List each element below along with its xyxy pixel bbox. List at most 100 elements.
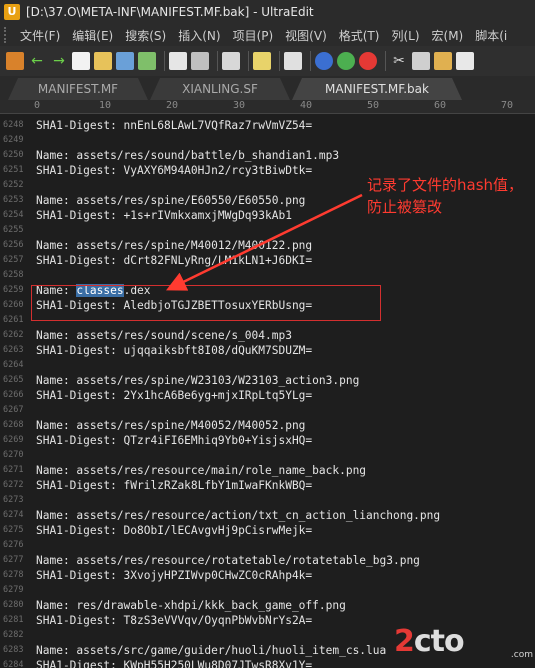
toolbar-separator: [385, 51, 386, 71]
menu-search[interactable]: 搜索(S): [119, 27, 172, 44]
paste-icon[interactable]: [434, 52, 452, 70]
line-text: SHA1-Digest: KWpH55H250LWu8D07JTwsR8Xv1Y…: [36, 659, 313, 668]
menu-bar: 文件(F) 编辑(E) 搜索(S) 插入(N) 项目(P) 视图(V) 格式(T…: [0, 24, 535, 46]
line-number: 6277: [3, 555, 24, 565]
ue-green-icon[interactable]: [337, 52, 355, 70]
menu-project[interactable]: 项目(P): [227, 27, 280, 44]
print-preview-icon[interactable]: [191, 52, 209, 70]
line-text: Name: assets/res/spine/E60550/E60550.png: [36, 194, 306, 207]
back-arrow-icon[interactable]: ←: [28, 52, 46, 70]
open-recent-icon[interactable]: [116, 52, 134, 70]
toolbar-separator: [217, 51, 218, 71]
menu-format[interactable]: 格式(T): [333, 27, 386, 44]
code-line: 6278 SHA1-Digest: 3XvojyHPZIWvp0CHwZC0cRA…: [0, 568, 535, 583]
ue-blue-icon[interactable]: [315, 52, 333, 70]
tab-xianling-sf[interactable]: XIANLING.SF: [150, 78, 290, 100]
line-text: SHA1-Digest: fWrilzRZak8LfbY1mIwaFKnkWBQ…: [36, 479, 313, 492]
line-text: SHA1-Digest: dCrt82FNLyRng/LM1kLN1+J6DKI…: [36, 254, 313, 267]
menu-script[interactable]: 脚本(i: [469, 27, 513, 44]
clipboard-icon[interactable]: [456, 52, 474, 70]
line-number: 6265: [3, 375, 24, 385]
code-line: 6275 SHA1-Digest: Do8ObI/lECAvgvHj9pCisrw…: [0, 523, 535, 538]
line-number: 6282: [3, 630, 24, 640]
print-icon[interactable]: [169, 52, 187, 70]
code-line: 6265 Name: assets/res/spine/W23103/W23103…: [0, 373, 535, 388]
ruler-mark: 70: [501, 100, 514, 111]
code-line: 6267: [0, 403, 535, 418]
toolbar-separator: [248, 51, 249, 71]
ruler-mark: 10: [99, 100, 112, 111]
line-number: 6269: [3, 435, 24, 445]
open-folder-icon[interactable]: [94, 52, 112, 70]
menu-file[interactable]: 文件(F): [14, 27, 66, 44]
forward-arrow-icon[interactable]: →: [50, 52, 68, 70]
tab-label: MANIFEST.MF.bak: [325, 82, 429, 96]
line-text: SHA1-Digest: nnEnL68LAwL7VQfRaz7rwVmVZ54…: [36, 119, 313, 132]
title-bar: U [D:\37.O\META-INF\MANIFEST.MF.bak] - U…: [0, 0, 535, 24]
code-line: 6250 Name: assets/res/sound/battle/b_shan…: [0, 148, 535, 163]
menu-view[interactable]: 视图(V): [279, 27, 333, 44]
site-watermark: 2cto .com: [392, 620, 535, 668]
line-number: 6280: [3, 600, 24, 610]
document-icon[interactable]: [284, 52, 302, 70]
line-text: Name: assets/res/sound/battle/b_shandian…: [36, 149, 340, 162]
line-number: 6273: [3, 495, 24, 505]
code-line: 6279: [0, 583, 535, 598]
toolbar-settings-icon[interactable]: [6, 52, 24, 70]
code-line: 6258: [0, 268, 535, 283]
line-text: SHA1-Digest: QTzr4iFI6EMhiq9Yb0+YisjsxHQ…: [36, 434, 313, 447]
menu-edit[interactable]: 编辑(E): [66, 27, 119, 44]
column-ruler: 0 10 20 30 40 50 60 70: [32, 100, 535, 114]
hex-edit-icon[interactable]: [222, 52, 240, 70]
watermark-domain: .com: [510, 650, 533, 660]
code-line: 6256 Name: assets/res/spine/M40012/M40012…: [0, 238, 535, 253]
line-text: SHA1-Digest: 2Yx1hcA6Be6yg+mjxIRpLtq5YLg…: [36, 389, 313, 402]
code-line: 6270: [0, 448, 535, 463]
line-number: 6251: [3, 165, 24, 175]
ruler-mark: 60: [434, 100, 447, 111]
line-number: 6258: [3, 270, 24, 280]
new-file-icon[interactable]: [72, 52, 90, 70]
ruler-mark: 50: [367, 100, 380, 111]
menu-column[interactable]: 列(L): [385, 27, 425, 44]
code-line: 6277 Name: assets/res/resource/rotatetabl…: [0, 553, 535, 568]
copy-icon[interactable]: [412, 52, 430, 70]
line-number: 6275: [3, 525, 24, 535]
code-line: 6268 Name: assets/res/spine/M40052/M40052…: [0, 418, 535, 433]
line-number: 6267: [3, 405, 24, 415]
line-number: 6264: [3, 360, 24, 370]
code-line: 6266 SHA1-Digest: 2Yx1hcA6Be6yg+mjxIRpLtq…: [0, 388, 535, 403]
ue-red-icon[interactable]: [359, 52, 377, 70]
line-text: Name: assets/res/resource/action/txt_cn_…: [36, 509, 441, 522]
line-text: Name: assets/res/spine/W23103/W23103_act…: [36, 374, 360, 387]
watermark-logo: 2cto: [394, 624, 465, 659]
save-icon[interactable]: [138, 52, 156, 70]
menu-insert[interactable]: 插入(N): [172, 27, 226, 44]
line-number: 6249: [3, 135, 24, 145]
line-number: 6268: [3, 420, 24, 430]
tab-manifest-mf[interactable]: MANIFEST.MF: [8, 78, 148, 100]
line-text: Name: res/drawable-xhdpi/kkk_back_game_o…: [36, 599, 346, 612]
ruler-gutter: [0, 100, 32, 114]
line-text: SHA1-Digest: 3XvojyHPZIWvp0CHwZC0cRAhp4k…: [36, 569, 313, 582]
line-number: 6255: [3, 225, 24, 235]
cut-icon[interactable]: ✂: [390, 52, 408, 70]
line-number: 6270: [3, 450, 24, 460]
toolbar-separator: [310, 51, 311, 71]
code-line: 6271 Name: assets/res/resource/main/role_…: [0, 463, 535, 478]
tab-manifest-mf-bak[interactable]: MANIFEST.MF.bak: [292, 78, 462, 100]
line-number: 6283: [3, 645, 24, 655]
ruler-mark: 30: [233, 100, 246, 111]
window-title: [D:\37.O\META-INF\MANIFEST.MF.bak] - Ult…: [26, 5, 314, 19]
line-number: 6248: [3, 120, 24, 130]
column-mode-icon[interactable]: [253, 52, 271, 70]
line-number: 6261: [3, 315, 24, 325]
code-line: 6255: [0, 223, 535, 238]
line-text: Name: assets/res/spine/M40052/M40052.png: [36, 419, 306, 432]
menu-grip: [4, 27, 12, 43]
line-number: 6257: [3, 255, 24, 265]
code-line: 6262 Name: assets/res/sound/scene/s_004.m…: [0, 328, 535, 343]
ultraedit-app-icon[interactable]: U: [4, 4, 20, 20]
menu-macro[interactable]: 宏(M): [426, 27, 470, 44]
line-number: 6253: [3, 195, 24, 205]
